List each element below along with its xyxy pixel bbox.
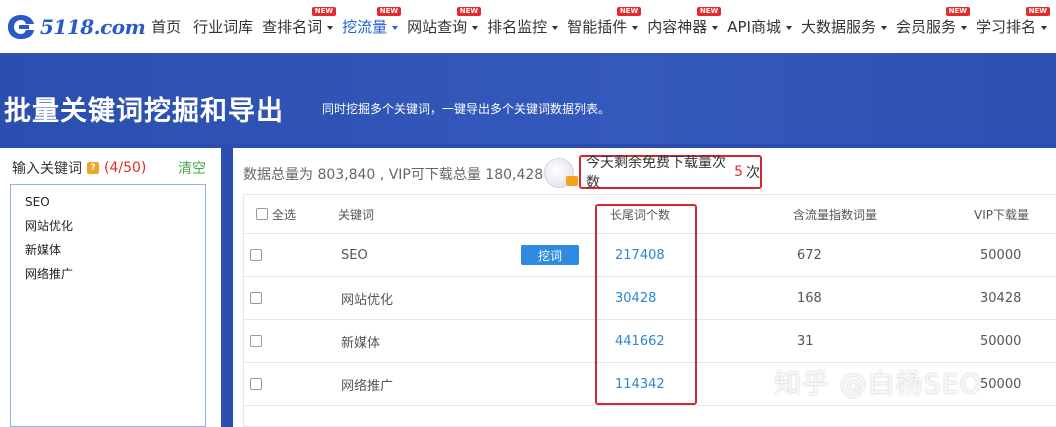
nav-item-label: 行业词库: [193, 18, 254, 36]
hero-banner: 批量关键词挖掘和导出 同时挖掘多个关键词，一键导出多个关键词数据列表。: [0, 53, 1056, 144]
header-keyword: 关键词: [338, 207, 375, 222]
dig-button[interactable]: 挖词: [521, 245, 579, 265]
chevron-down-icon: [392, 25, 399, 30]
zhihu-watermark: 知乎 @白杨SEO: [774, 369, 983, 400]
header-vip-download: VIP下载量: [974, 207, 1029, 222]
nav-item-label: 会员服务: [895, 18, 956, 36]
nav-item[interactable]: 大数据服务: [801, 0, 896, 53]
row-keyword: 网络推广: [341, 378, 394, 394]
keyword-input-label: 输入关键词: [12, 161, 82, 177]
new-badge: NEW: [616, 7, 642, 16]
nav-item[interactable]: 行业词库: [193, 0, 262, 53]
row-checkbox[interactable]: [250, 378, 262, 390]
quota-unit: 次: [746, 165, 760, 181]
nav-item[interactable]: 学习排名 NEW: [976, 0, 1056, 53]
chevron-down-icon: [712, 25, 719, 30]
nav-item-label: API商城: [727, 18, 781, 36]
row-longtail-count[interactable]: 441662: [615, 320, 665, 362]
nav-item[interactable]: 会员服务 NEW: [896, 0, 976, 53]
nav-item-label: 大数据服务: [800, 18, 876, 36]
logo-mark-icon: [8, 14, 34, 39]
select-all-label: 全选: [272, 207, 297, 222]
help-icon[interactable]: ?: [87, 162, 99, 174]
new-badge: NEW: [376, 7, 402, 16]
chevron-down-icon: [1041, 25, 1047, 30]
page: 5118.com 首页 行业词库 查排名词 NEW 挖流量 NEW 网站查询 NEW 排名监控 智…: [0, 0, 1056, 427]
top-navbar: 5118.com 首页 行业词库 查排名词 NEW 挖流量 NEW 网站查询 NEW 排名监控 智…: [0, 0, 1056, 53]
new-badge: NEW: [311, 7, 337, 16]
chevron-down-icon: [785, 25, 792, 30]
row-vip-download: 50000: [980, 376, 1022, 392]
row-checkbox[interactable]: [250, 292, 262, 304]
keyword-line: SEO: [25, 195, 50, 209]
nav-item-label: 智能插件: [567, 18, 628, 36]
row-checkbox[interactable]: [250, 249, 262, 261]
chevron-down-icon: [472, 25, 479, 30]
nav-item[interactable]: API商城: [727, 0, 801, 53]
nav-item[interactable]: 内容神器 NEW: [647, 0, 727, 53]
keyword-line: 网站优化: [25, 219, 74, 233]
keyword-count: (4/50): [104, 160, 147, 176]
main-nav: 首页 行业词库 查排名词 NEW 挖流量 NEW 网站查询 NEW 排名监控 智能插件 NEW 内容神…: [149, 0, 1056, 53]
keyword-line: 新媒体: [25, 243, 62, 257]
nav-item-label: 查排名词: [262, 18, 323, 36]
row-vip-download: 50000: [980, 333, 1022, 349]
nav-item[interactable]: 挖流量 NEW: [342, 0, 407, 53]
clear-button[interactable]: 清空: [178, 158, 206, 178]
logo-text: 5118.com: [40, 14, 146, 39]
select-all-cell: 全选: [256, 195, 296, 233]
table-row: SEO 挖词 217408 672 50000: [244, 234, 1056, 277]
nav-item[interactable]: 网站查询 NEW: [407, 0, 487, 53]
table-row: 网站优化 30428 168 30428: [244, 277, 1056, 320]
quota-label: 今天剩余免费下载量次数: [586, 155, 726, 191]
download-quota: 今天剩余免费下载量次数 5 次: [579, 155, 762, 191]
row-vip-download: 50000: [980, 247, 1022, 263]
keyword-input-panel: 输入关键词 ? (4/50) 清空 SEO 网站优化 新媒体 网络推广: [0, 148, 221, 427]
row-keyword: SEO: [341, 247, 368, 263]
row-checkbox[interactable]: [250, 335, 262, 347]
chevron-down-icon: [327, 25, 334, 30]
keyword-line: 网络推广: [25, 267, 74, 281]
page-subtitle: 同时挖掘多个关键词，一键导出多个关键词数据列表。: [322, 102, 611, 116]
page-title: 批量关键词挖掘和导出: [4, 96, 284, 127]
nav-item[interactable]: 智能插件 NEW: [567, 0, 647, 53]
nav-item-label: 首页: [151, 18, 182, 36]
row-traffic-words: 672: [797, 247, 822, 263]
row-longtail-count[interactable]: 114342: [615, 363, 665, 405]
quota-value: 5: [734, 164, 743, 180]
nav-item[interactable]: 查排名词 NEW: [262, 0, 342, 53]
row-longtail-count[interactable]: 217408: [615, 234, 665, 276]
table-row: 新媒体 441662 31 50000: [244, 320, 1056, 363]
new-badge: NEW: [696, 7, 722, 16]
new-badge: NEW: [1025, 7, 1050, 16]
row-traffic-words: 168: [797, 290, 822, 306]
new-badge: NEW: [945, 7, 970, 16]
table-header: 全选 关键词 长尾词个数 含流量指数词量 VIP下载量: [244, 195, 1056, 234]
header-traffic-words: 含流量指数词量: [793, 207, 878, 222]
keyword-textarea[interactable]: SEO 网站优化 新媒体 网络推广: [10, 184, 206, 427]
nav-item-label: 内容神器: [647, 18, 708, 36]
row-vip-download: 30428: [980, 290, 1022, 306]
new-badge: NEW: [456, 7, 482, 16]
nav-item-label: 学习排名: [975, 18, 1036, 36]
vip-crown-icon: [566, 176, 578, 186]
row-longtail-count[interactable]: 30428: [615, 277, 656, 319]
header-longtail-count: 长尾词个数: [610, 207, 671, 222]
nav-item-label: 挖流量: [342, 18, 388, 36]
data-stats: 数据总量为 803,840 , VIP可下载总量 180,428: [243, 167, 544, 183]
nav-item-label: 网站查询: [407, 18, 468, 36]
keyword-input-header: 输入关键词 ? (4/50) 清空: [12, 158, 212, 178]
row-traffic-words: 31: [797, 333, 814, 349]
row-keyword: 网站优化: [341, 292, 394, 308]
chevron-down-icon: [632, 25, 639, 30]
site-logo[interactable]: 5118.com: [0, 0, 149, 53]
row-keyword: 新媒体: [341, 335, 381, 351]
chevron-down-icon: [880, 25, 887, 30]
chevron-down-icon: [960, 25, 967, 30]
nav-item[interactable]: 首页: [151, 0, 193, 53]
nav-item-label: 排名监控: [487, 18, 548, 36]
nav-item[interactable]: 排名监控: [487, 0, 567, 53]
chevron-down-icon: [552, 25, 559, 30]
select-all-checkbox[interactable]: [256, 208, 268, 220]
